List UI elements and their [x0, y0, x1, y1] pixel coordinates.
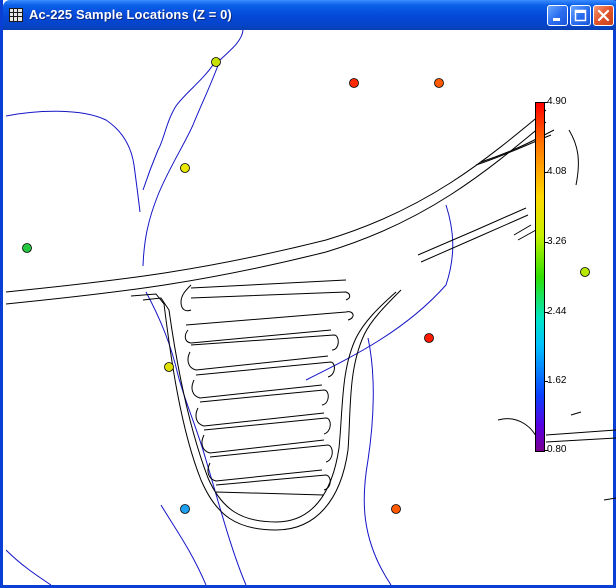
- color-scale-tick: 0.80: [547, 444, 567, 455]
- close-icon: [597, 9, 610, 22]
- maximize-button[interactable]: [570, 5, 591, 26]
- grid-app-icon: [9, 8, 23, 22]
- sample-point[interactable]: [424, 333, 434, 343]
- sample-markers: [22, 57, 590, 514]
- sample-point[interactable]: [180, 163, 190, 173]
- sample-point[interactable]: [211, 57, 221, 67]
- app-window: Ac-225 Sample Locations (Z = 0) 4.90 4.0…: [0, 0, 616, 588]
- sample-point[interactable]: [349, 78, 359, 88]
- window-title: Ac-225 Sample Locations (Z = 0): [29, 7, 232, 22]
- sample-point[interactable]: [164, 362, 174, 372]
- sample-point[interactable]: [180, 504, 190, 514]
- sample-point[interactable]: [22, 243, 32, 253]
- sample-map: [6, 30, 616, 585]
- stream-lines: [6, 30, 454, 585]
- sample-point[interactable]: [580, 267, 590, 277]
- color-scale-tick: 4.08: [547, 166, 567, 177]
- color-scale-tick: 3.26: [547, 236, 567, 247]
- road-outlines: [6, 109, 616, 531]
- close-button[interactable]: [593, 5, 614, 26]
- color-scale-bar: [535, 102, 545, 452]
- color-scale-tick: 2.44: [547, 306, 567, 317]
- color-scale-tick: 1.62: [547, 375, 567, 386]
- color-scale-tick: 4.90: [547, 96, 567, 107]
- sample-point[interactable]: [434, 78, 444, 88]
- minimize-button[interactable]: [547, 5, 568, 26]
- maximize-icon: [574, 9, 587, 22]
- minimize-icon: [553, 18, 560, 21]
- sample-point[interactable]: [391, 504, 401, 514]
- title-bar[interactable]: Ac-225 Sample Locations (Z = 0): [3, 0, 616, 30]
